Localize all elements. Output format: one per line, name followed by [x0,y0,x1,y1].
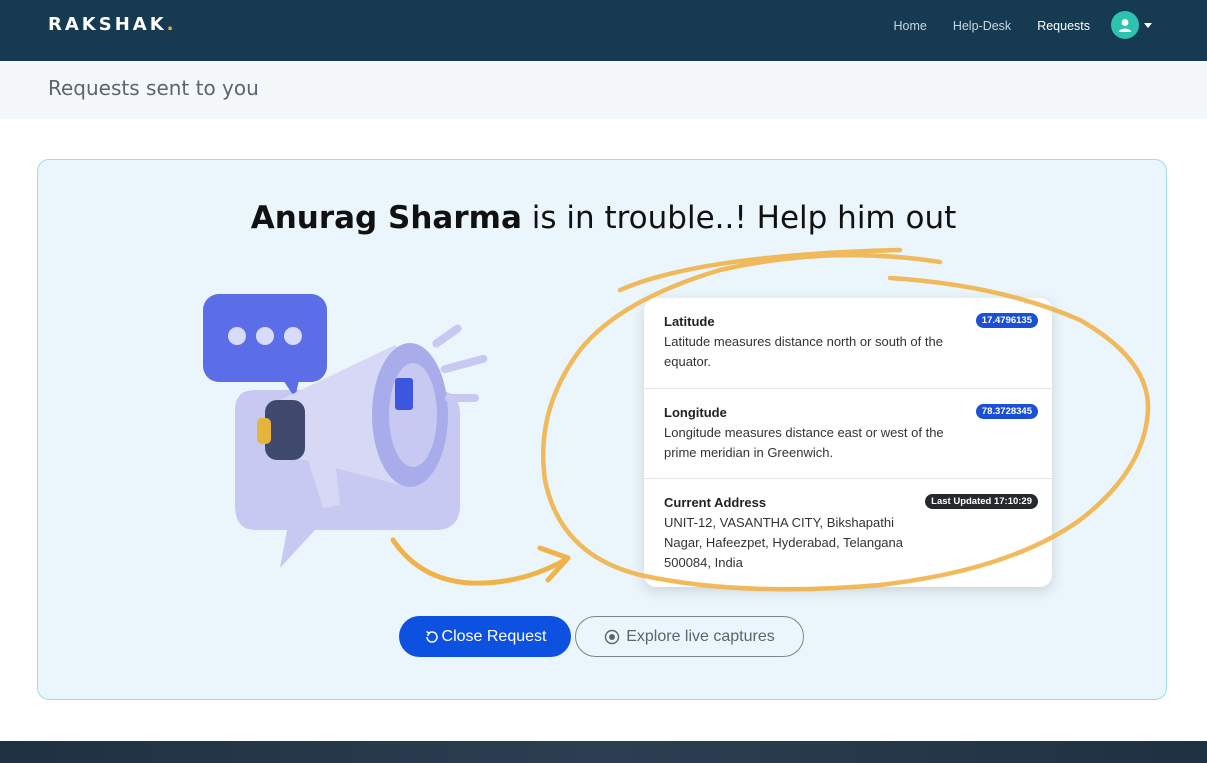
top-navbar: RAKSHAK. Home Help-Desk Requests [0,0,1207,61]
address-item: Current Address UNIT-12, VASANTHA CITY, … [644,478,1052,587]
requester-name: Anurag Sharma [250,200,522,236]
user-menu[interactable] [1111,11,1152,39]
reset-icon [425,630,438,643]
nav-requests[interactable]: Requests [1037,19,1090,33]
footer-band [0,741,1207,763]
nav-help-desk[interactable]: Help-Desk [953,19,1011,33]
nav-home[interactable]: Home [893,19,926,33]
alert-message: is in trouble..! Help him out [521,200,957,236]
megaphone-illustration-icon [203,294,488,568]
brand-dot: . [166,14,177,35]
chevron-down-icon [1144,22,1152,28]
brand-logo[interactable]: RAKSHAK. [48,14,177,35]
brand-name: RAKSHAK [48,14,167,35]
address-text: UNIT-12, VASANTHA CITY, Bikshapathi Naga… [664,515,903,570]
alert-headline: Anurag Sharma is in trouble..! Help him … [0,200,1207,236]
page-header: Requests sent to you [0,61,1207,119]
close-request-label: Close Request [441,627,547,645]
explore-live-captures-label: Explore live captures [626,627,775,645]
longitude-description: Longitude measures distance east or west… [664,425,944,460]
record-icon [605,629,620,644]
nav-links: Home Help-Desk Requests [893,19,1090,33]
latitude-badge: 17.4796135 [975,313,1038,328]
last-updated-badge: Last Updated 17:10:29 [925,494,1038,509]
page-title: Requests sent to you [48,76,259,100]
latitude-description: Latitude measures distance north or sout… [664,334,943,369]
latitude-item: Latitude Latitude measures distance nort… [644,298,1052,388]
longitude-item: Longitude Longitude measures distance ea… [644,388,1052,478]
longitude-badge: 78.3728345 [975,404,1038,419]
explore-live-captures-button[interactable]: Explore live captures [575,616,804,657]
user-avatar-icon [1111,11,1139,39]
close-request-button[interactable]: Close Request [399,616,571,657]
location-info-card: Latitude Latitude measures distance nort… [644,298,1052,587]
